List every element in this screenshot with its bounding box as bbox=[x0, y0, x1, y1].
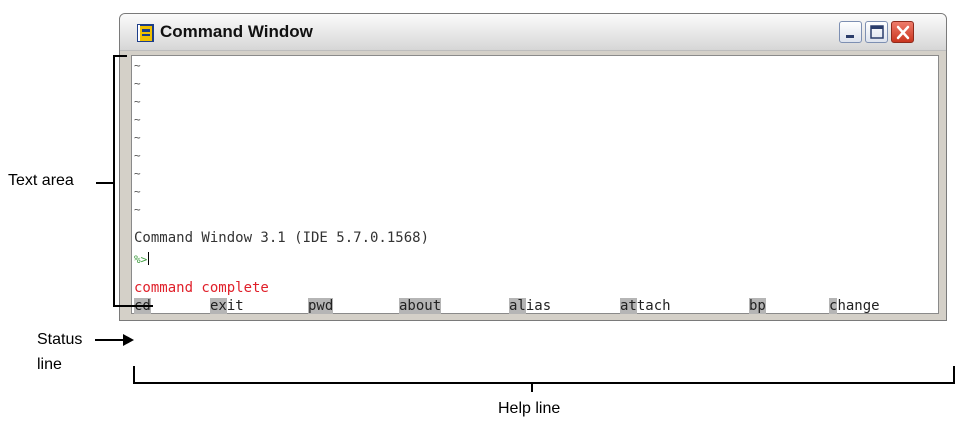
help-item-bp[interactable]: bp bbox=[749, 298, 766, 314]
callout-text-area: Text area bbox=[8, 172, 74, 189]
help-item-key: pwd bbox=[308, 298, 334, 314]
tilde-line: ~ bbox=[134, 59, 141, 72]
app-icon bbox=[137, 24, 154, 42]
help-item-alias[interactable]: alias bbox=[509, 298, 551, 314]
callout-help-line: Help line bbox=[498, 400, 561, 417]
help-line-bracket-right bbox=[953, 366, 955, 384]
text-area-bracket-top bbox=[113, 55, 127, 57]
tilde-line: ~ bbox=[134, 149, 141, 162]
help-item-key: at bbox=[620, 298, 637, 314]
minimize-button[interactable] bbox=[839, 21, 862, 43]
command-window: Command Window ~ ~ ~ ~ ~ ~ ~ ~ ~ Command… bbox=[119, 13, 947, 321]
text-area-bracket-stem bbox=[96, 182, 114, 184]
callout-status-line: Status bbox=[37, 331, 83, 348]
callout-status-line-2: line bbox=[37, 356, 62, 373]
close-button[interactable] bbox=[891, 21, 914, 43]
help-item-pwd[interactable]: pwd bbox=[308, 298, 334, 314]
status-line: command complete bbox=[134, 280, 269, 296]
help-item-key: about bbox=[399, 298, 442, 314]
help-item-rest: it bbox=[226, 298, 244, 314]
command-prompt[interactable]: %> bbox=[134, 252, 150, 266]
tilde-line: ~ bbox=[134, 167, 141, 180]
window-title: Command Window bbox=[160, 22, 313, 41]
title-bar[interactable]: Command Window bbox=[120, 14, 946, 51]
tilde-line: ~ bbox=[134, 95, 141, 108]
help-item-key: ex bbox=[210, 298, 227, 314]
text-cursor bbox=[148, 252, 150, 265]
text-area[interactable]: ~ ~ ~ ~ ~ ~ ~ ~ ~ Command Window 3.1 (ID… bbox=[131, 55, 939, 314]
arrow-right-icon bbox=[95, 333, 135, 352]
maximize-button[interactable] bbox=[865, 21, 888, 43]
help-item-about[interactable]: about bbox=[399, 298, 442, 314]
version-banner: Command Window 3.1 (IDE 5.7.0.1568) bbox=[134, 230, 430, 246]
help-item-attach[interactable]: attach bbox=[620, 298, 671, 314]
help-item-key: al bbox=[509, 298, 526, 314]
tilde-line: ~ bbox=[134, 203, 141, 216]
text-area-bracket-bottom bbox=[113, 305, 153, 307]
help-item-rest: tach bbox=[636, 298, 671, 314]
help-item-change[interactable]: change bbox=[829, 298, 880, 314]
text-area-bracket bbox=[113, 55, 115, 307]
help-line-bracket bbox=[133, 382, 955, 384]
help-item-rest: ias bbox=[525, 298, 552, 314]
help-item-key: bp bbox=[749, 298, 766, 314]
help-line: cd exit pwd about alias attach bp change bbox=[132, 298, 938, 314]
help-line-bracket-stem bbox=[531, 382, 533, 392]
help-item-rest: hange bbox=[837, 298, 880, 314]
tilde-line: ~ bbox=[134, 131, 141, 144]
tilde-line: ~ bbox=[134, 77, 141, 90]
help-item-exit[interactable]: exit bbox=[210, 298, 244, 314]
tilde-line: ~ bbox=[134, 185, 141, 198]
prompt-symbol: %> bbox=[134, 253, 148, 266]
tilde-line: ~ bbox=[134, 113, 141, 126]
